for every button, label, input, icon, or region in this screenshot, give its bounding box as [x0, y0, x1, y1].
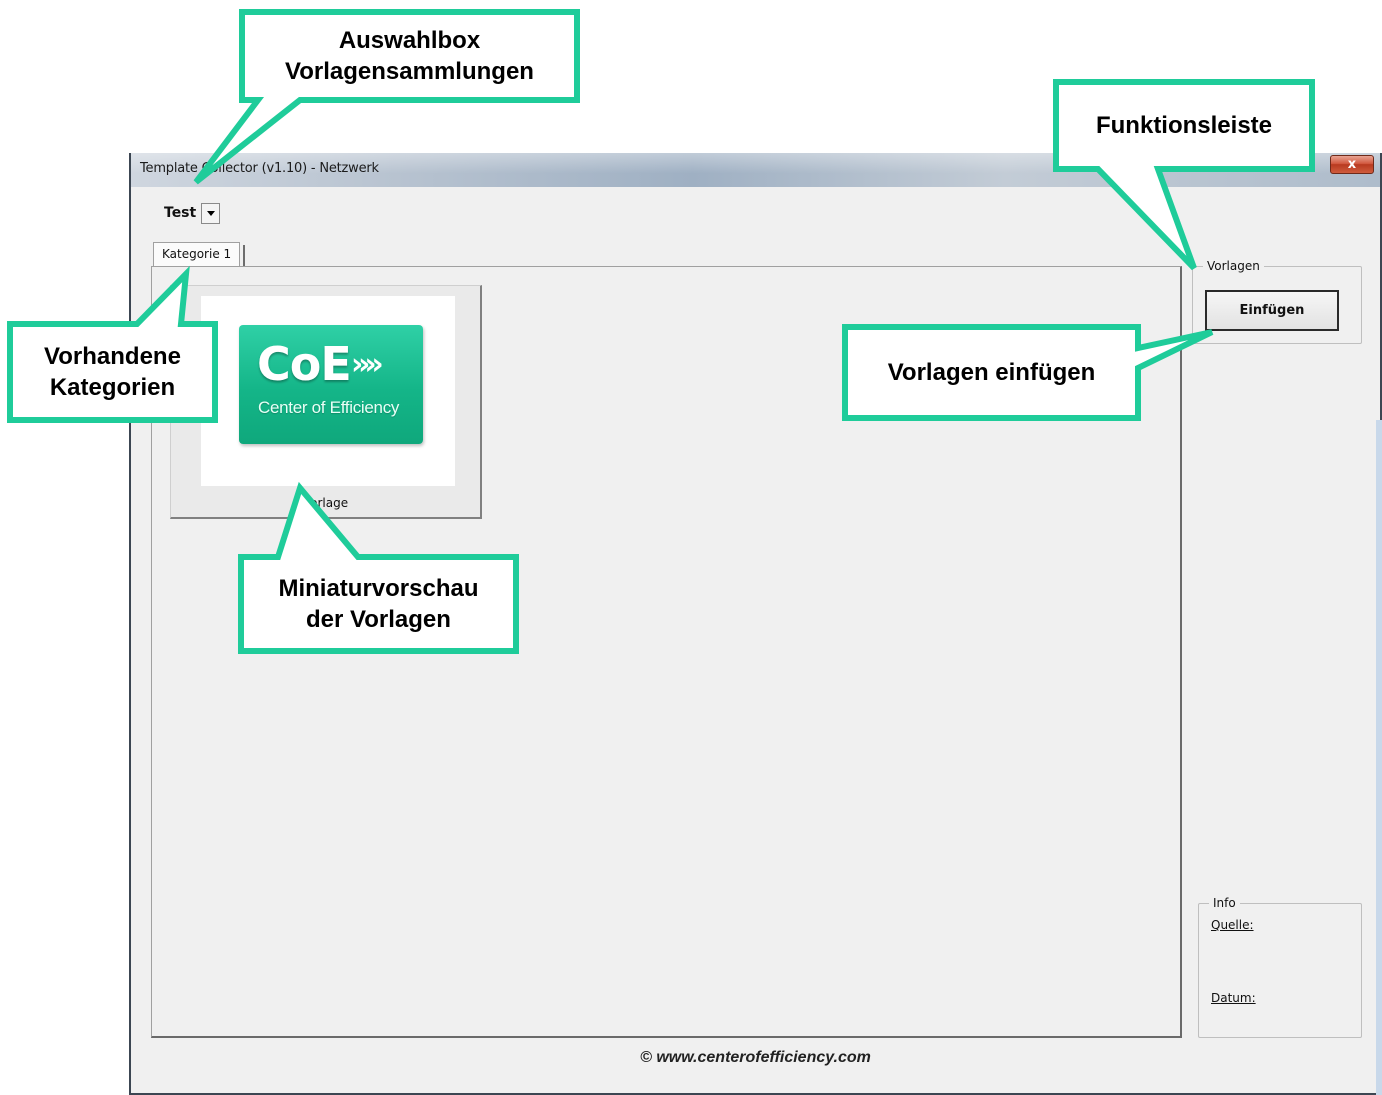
- vorlagen-group-legend: Vorlagen: [1203, 259, 1264, 273]
- collection-selector[interactable]: Test: [164, 202, 221, 224]
- callout-categories: Vorhandene Kategorien: [44, 343, 181, 401]
- logo-subtitle: Center of Efficiency: [258, 398, 400, 417]
- date-label: Datum:: [1211, 991, 1256, 1005]
- template-caption: Vorlage: [302, 496, 349, 510]
- coe-logo: CoE »» Center of Efficiency: [239, 325, 423, 444]
- footer-copyright: © www.centerofefficiency.com: [640, 1049, 871, 1066]
- background-edge: [1376, 420, 1382, 1095]
- callout-thumbnails: Miniaturvorschau der Vorlagen: [278, 575, 479, 633]
- chevron-down-icon: [206, 210, 215, 216]
- logo-arrows: »»: [351, 347, 384, 382]
- template-thumbnail[interactable]: CoE »» Center of Efficiency Vorlage: [170, 285, 482, 519]
- callout-insert: Vorlagen einfügen: [887, 359, 1096, 386]
- collection-selected-value[interactable]: Test: [164, 205, 196, 221]
- logo-main-text: CoE: [257, 337, 352, 391]
- source-label: Quelle:: [1211, 918, 1254, 932]
- close-icon: x: [1347, 157, 1357, 172]
- window-title: Template Collector (v1.10) - Netzwerk: [140, 161, 379, 176]
- info-group-legend: Info: [1209, 896, 1240, 910]
- collection-dropdown-button[interactable]: [201, 202, 221, 224]
- insert-button[interactable]: Einfügen: [1205, 290, 1339, 331]
- callout-selector: Auswahlbox Vorlagensammlungen: [285, 27, 534, 85]
- tab-kategorie-1[interactable]: Kategorie 1: [153, 242, 241, 267]
- callout-toolbar: Funktionsleiste: [1095, 112, 1273, 139]
- tab-edge: [243, 245, 245, 267]
- close-button[interactable]: x: [1330, 155, 1374, 174]
- template-preview-image[interactable]: CoE »» Center of Efficiency: [201, 296, 455, 486]
- vorlagen-group: Vorlagen Einfügen: [1192, 259, 1362, 344]
- info-group: Info Quelle: Datum:: [1198, 896, 1362, 1038]
